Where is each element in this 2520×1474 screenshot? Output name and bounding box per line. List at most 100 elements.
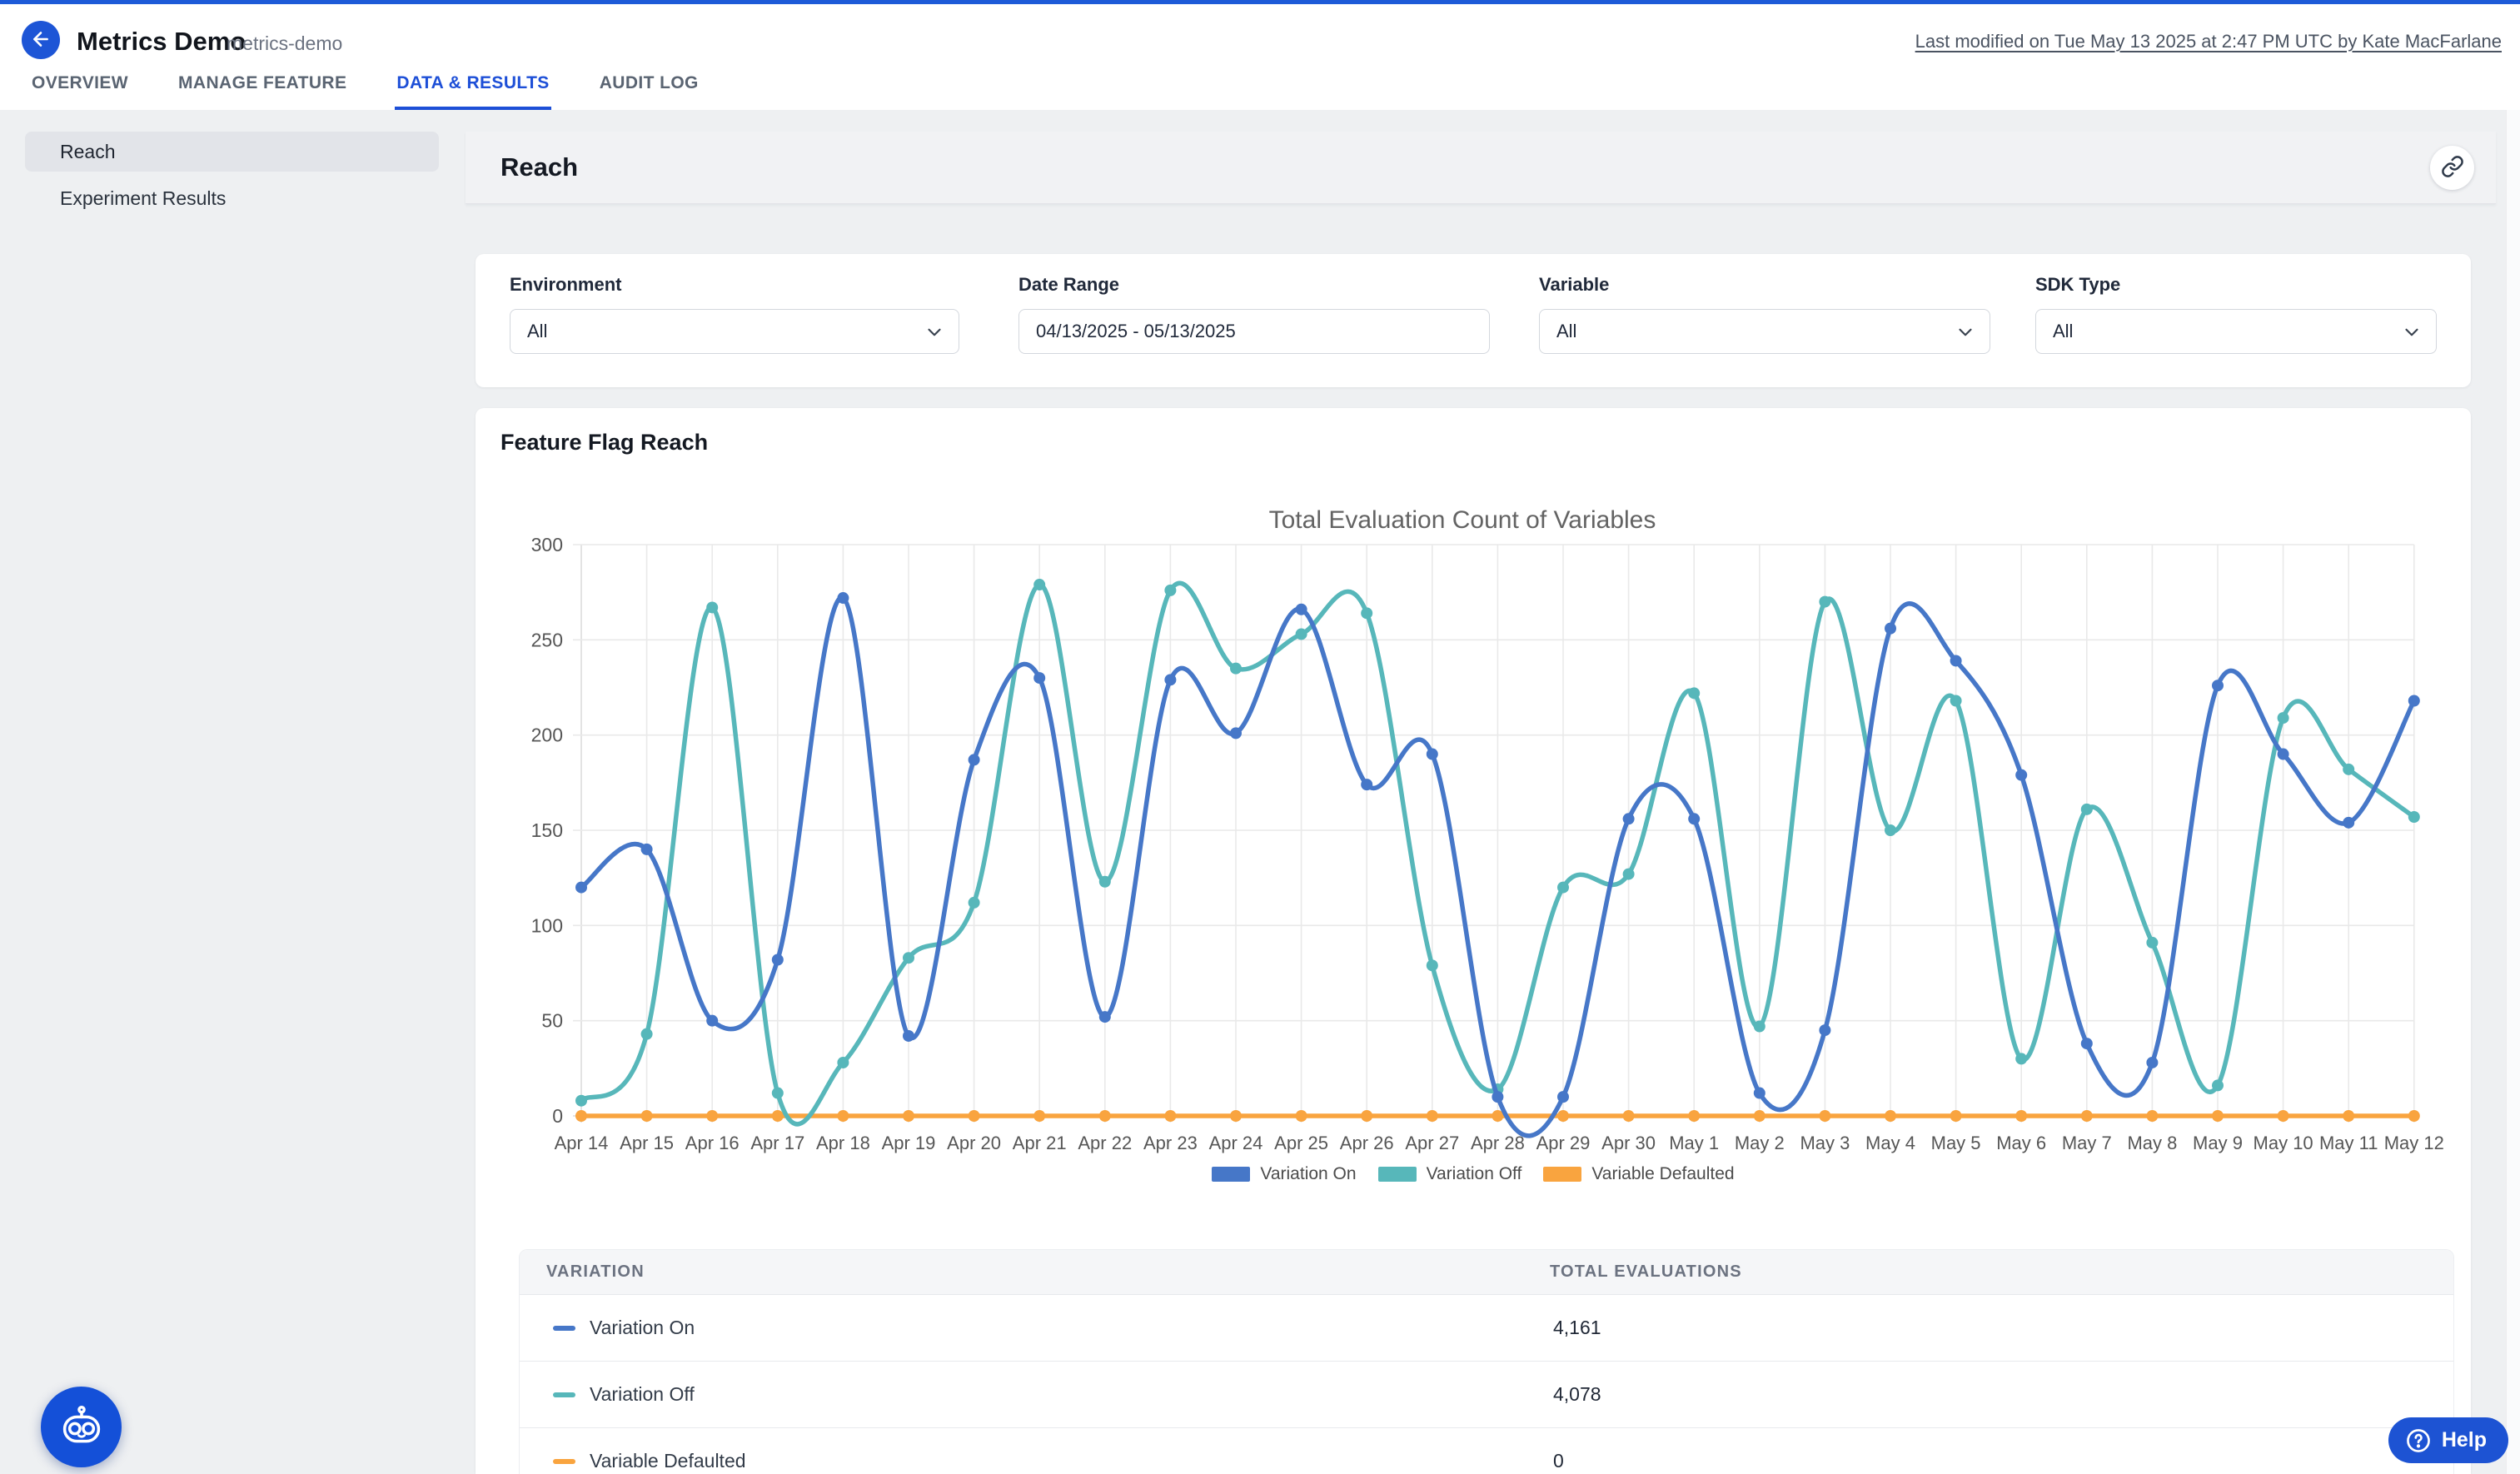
environment-select[interactable]: All — [510, 309, 959, 354]
tab-data-results[interactable]: DATA & RESULTS — [395, 73, 550, 110]
data-point[interactable] — [1623, 1110, 1635, 1122]
data-point[interactable] — [1819, 1024, 1830, 1036]
back-button[interactable] — [22, 21, 60, 59]
data-point[interactable] — [903, 952, 914, 964]
tab-audit-log[interactable]: AUDIT LOG — [598, 73, 700, 110]
legend-item-variation-off[interactable]: Variation Off — [1378, 1164, 1522, 1184]
data-point[interactable] — [575, 1095, 587, 1107]
data-point[interactable] — [2146, 937, 2158, 949]
data-point[interactable] — [641, 1110, 653, 1122]
data-point[interactable] — [969, 897, 980, 909]
data-point[interactable] — [2278, 749, 2289, 760]
data-point[interactable] — [1230, 663, 1242, 675]
data-point[interactable] — [772, 1110, 784, 1122]
data-point[interactable] — [2343, 764, 2354, 775]
permalink-button[interactable] — [2430, 146, 2474, 190]
data-point[interactable] — [969, 1110, 980, 1122]
data-point[interactable] — [2408, 695, 2420, 707]
data-point[interactable] — [1688, 813, 1700, 824]
data-point[interactable] — [1033, 672, 1045, 684]
data-point[interactable] — [2278, 712, 2289, 724]
data-point[interactable] — [1557, 1110, 1569, 1122]
data-point[interactable] — [2343, 1110, 2354, 1122]
data-point[interactable] — [1950, 695, 1962, 707]
date-range-input[interactable]: 04/13/2025 - 05/13/2025 — [1018, 309, 1490, 354]
sdk-type-select[interactable]: All — [2035, 309, 2437, 354]
data-point[interactable] — [2081, 1110, 2093, 1122]
data-point[interactable] — [1099, 1011, 1111, 1023]
data-point[interactable] — [2081, 1038, 2093, 1049]
data-point[interactable] — [1754, 1088, 1765, 1099]
data-point[interactable] — [1427, 749, 1438, 760]
help-button[interactable]: Help — [2388, 1417, 2508, 1463]
data-point[interactable] — [1623, 813, 1635, 824]
data-point[interactable] — [837, 1110, 849, 1122]
data-point[interactable] — [1099, 1110, 1111, 1122]
data-point[interactable] — [1033, 1110, 1045, 1122]
assistant-button[interactable] — [41, 1387, 122, 1467]
data-point[interactable] — [2015, 769, 2027, 781]
data-point[interactable] — [706, 601, 718, 613]
data-point[interactable] — [1754, 1110, 1765, 1122]
data-point[interactable] — [903, 1110, 914, 1122]
data-point[interactable] — [969, 754, 980, 765]
tab-overview[interactable]: OVERVIEW — [30, 73, 130, 110]
data-point[interactable] — [2212, 1110, 2224, 1122]
data-point[interactable] — [1230, 727, 1242, 739]
data-point[interactable] — [706, 1110, 718, 1122]
data-point[interactable] — [1950, 655, 1962, 666]
data-point[interactable] — [1688, 1110, 1700, 1122]
sidebar-item-experiment-results[interactable]: Experiment Results — [25, 178, 439, 218]
data-point[interactable] — [2146, 1057, 2158, 1068]
data-point[interactable] — [837, 592, 849, 604]
data-point[interactable] — [1557, 1091, 1569, 1103]
variable-select[interactable]: All — [1539, 309, 1990, 354]
data-point[interactable] — [1296, 1110, 1307, 1122]
data-point[interactable] — [1557, 882, 1569, 894]
data-point[interactable] — [1361, 607, 1372, 619]
data-point[interactable] — [2408, 1110, 2420, 1122]
data-point[interactable] — [1885, 824, 1896, 836]
data-point[interactable] — [575, 882, 587, 894]
data-point[interactable] — [2212, 1079, 2224, 1091]
data-point[interactable] — [1033, 579, 1045, 590]
data-point[interactable] — [1427, 1110, 1438, 1122]
data-point[interactable] — [706, 1015, 718, 1027]
data-point[interactable] — [641, 844, 653, 855]
data-point[interactable] — [2081, 804, 2093, 815]
legend-item-variation-on[interactable]: Variation On — [1212, 1164, 1356, 1184]
data-point[interactable] — [1230, 1110, 1242, 1122]
data-point[interactable] — [2212, 680, 2224, 691]
last-modified-text[interactable]: Last modified on Tue May 13 2025 at 2:47… — [1915, 31, 2502, 52]
data-point[interactable] — [1361, 779, 1372, 790]
legend-item-variable-defaulted[interactable]: Variable Defaulted — [1543, 1164, 1734, 1184]
data-point[interactable] — [1099, 876, 1111, 888]
data-point[interactable] — [1819, 596, 1830, 608]
sidebar-item-reach[interactable]: Reach — [25, 132, 439, 172]
data-point[interactable] — [1754, 1021, 1765, 1033]
data-point[interactable] — [1296, 604, 1307, 615]
data-point[interactable] — [1885, 1110, 1896, 1122]
data-point[interactable] — [1819, 1110, 1830, 1122]
data-point[interactable] — [1427, 959, 1438, 971]
data-point[interactable] — [2015, 1110, 2027, 1122]
scrollbar-track[interactable] — [2506, 110, 2520, 1474]
data-point[interactable] — [2343, 817, 2354, 829]
data-point[interactable] — [1164, 1110, 1176, 1122]
tab-manage-feature[interactable]: MANAGE FEATURE — [177, 73, 348, 110]
data-point[interactable] — [1885, 623, 1896, 635]
data-point[interactable] — [1950, 1110, 1962, 1122]
data-point[interactable] — [2146, 1110, 2158, 1122]
data-point[interactable] — [837, 1057, 849, 1068]
data-point[interactable] — [772, 954, 784, 965]
data-point[interactable] — [1623, 869, 1635, 880]
data-point[interactable] — [1164, 585, 1176, 596]
data-point[interactable] — [772, 1088, 784, 1099]
data-point[interactable] — [903, 1030, 914, 1042]
data-point[interactable] — [1164, 674, 1176, 685]
data-point[interactable] — [2278, 1110, 2289, 1122]
data-point[interactable] — [575, 1110, 587, 1122]
data-point[interactable] — [1296, 628, 1307, 640]
data-point[interactable] — [1688, 687, 1700, 699]
data-point[interactable] — [1492, 1091, 1503, 1103]
